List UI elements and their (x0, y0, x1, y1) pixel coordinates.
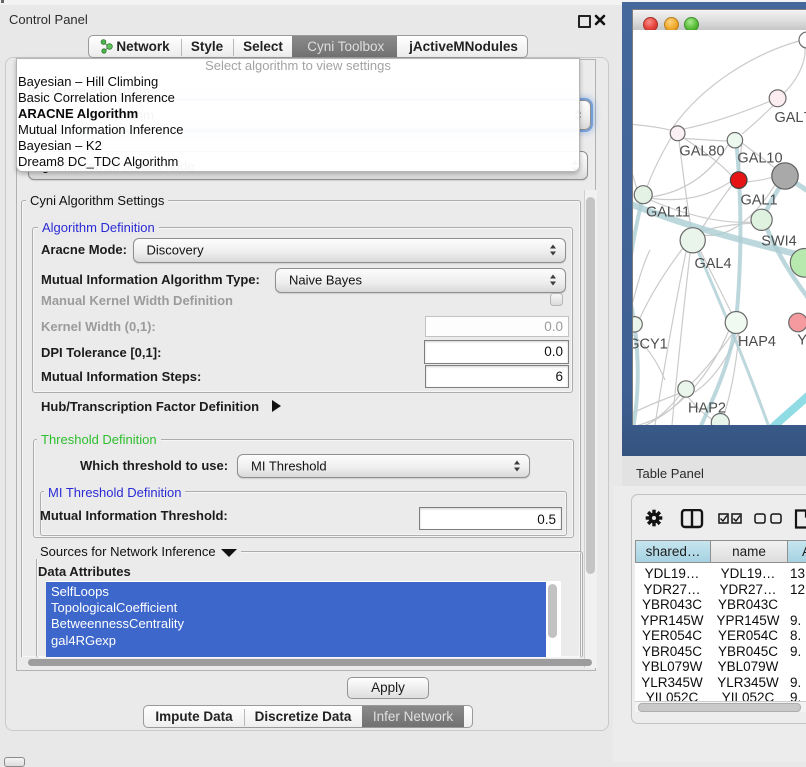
svg-text:GAL4: GAL4 (694, 256, 731, 272)
svg-text:YEL021W: YEL021W (797, 333, 806, 349)
svg-text:HAP4: HAP4 (738, 334, 776, 350)
svg-text:SWI4: SWI4 (761, 234, 796, 250)
svg-text:GAL1: GAL1 (740, 193, 777, 209)
svg-text:GAL7: GAL7 (774, 110, 806, 126)
svg-text:HAP2: HAP2 (688, 401, 726, 417)
svg-text:GAL10: GAL10 (737, 151, 782, 167)
svg-text:GAL80: GAL80 (679, 144, 724, 160)
svg-text:GCY1: GCY1 (633, 337, 668, 353)
svg-text:GAL11: GAL11 (646, 205, 690, 221)
